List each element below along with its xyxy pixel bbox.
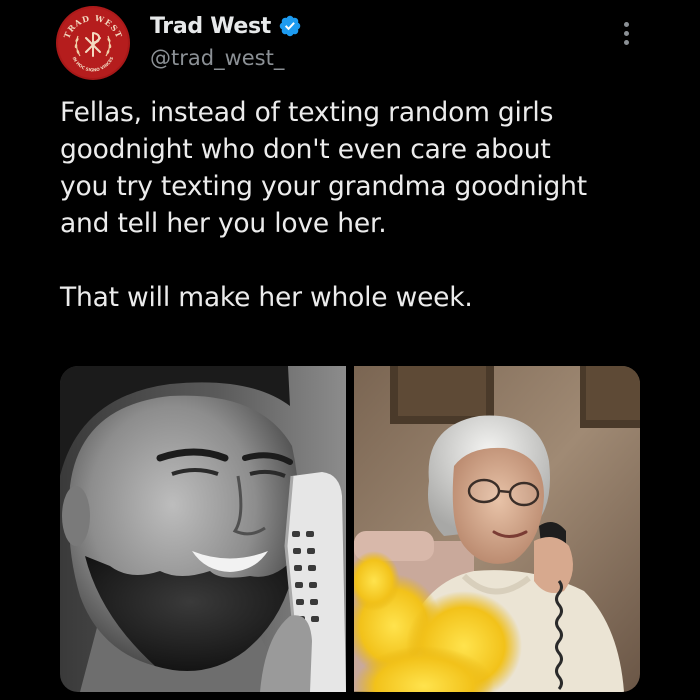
tweet-media[interactable] [60,366,640,692]
tweet: TRAD WEST IN HOC SIGNO VINCES Trad West … [0,0,700,700]
author-handle[interactable]: @trad_west_ [150,46,284,70]
grandma-on-phone-image[interactable] [354,366,640,692]
tweet-line: and tell her you love her. [60,208,387,239]
author-avatar[interactable]: TRAD WEST IN HOC SIGNO VINCES [56,6,130,80]
gigachad-on-phone-image[interactable] [60,366,346,692]
tweet-text: Fellas, instead of texting random girls … [60,94,680,316]
tweet-line: you try texting your grandma goodnight [60,171,587,202]
avatar-emblem-icon: TRAD WEST IN HOC SIGNO VINCES [58,8,128,78]
tweet-line: goodnight who don't even care about [60,134,551,165]
tweet-line: Fellas, instead of texting random girls [60,97,554,128]
author-name[interactable]: Trad West [150,14,271,39]
more-options-icon[interactable] [620,22,632,52]
tweet-paragraph: That will make her whole week. [60,282,473,313]
verified-badge-icon [279,15,301,37]
